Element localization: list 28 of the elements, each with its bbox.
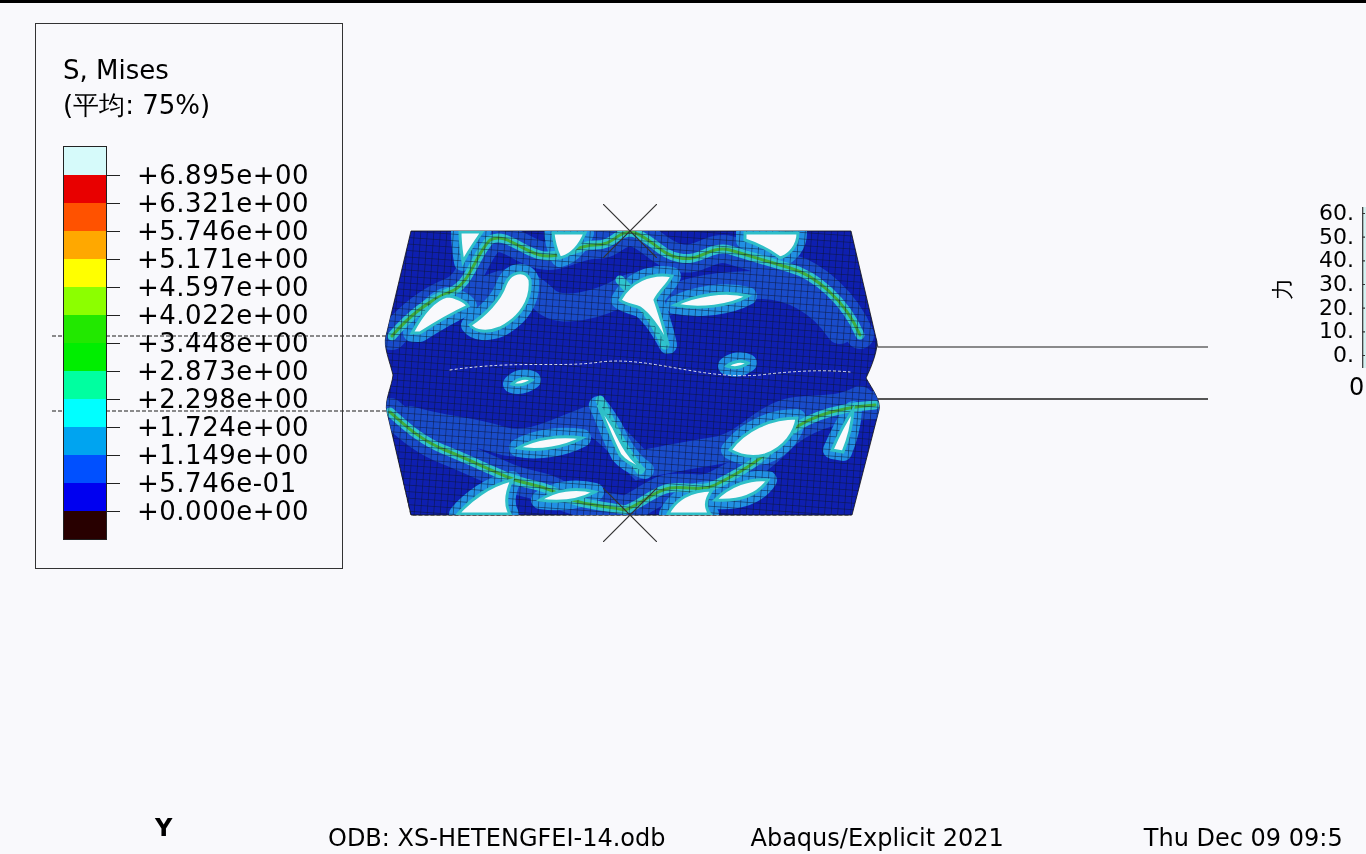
legend-value-label: +5.746e+00	[137, 217, 310, 245]
y-tick-label: 10.	[1319, 319, 1354, 344]
legend-value-label: +6.321e+00	[137, 189, 310, 217]
x-tick-label: 0	[1349, 374, 1365, 400]
legend-value-label: +1.724e+00	[137, 413, 310, 441]
y-tick-label: 30.	[1319, 272, 1354, 296]
legend-value-label: +5.746e-01	[137, 469, 297, 497]
y-axis-label: 力	[1271, 278, 1295, 300]
viewport-title-text: ODB: XS-HETENGFEI-14.odb	[328, 824, 666, 852]
y-tick-label: 50.	[1319, 224, 1354, 249]
triad-axis-label: Y	[155, 814, 173, 842]
viewport-title-text: Thu Dec 09 09:5	[1143, 824, 1343, 852]
legend-value-label: +4.022e+00	[137, 301, 310, 329]
legend-title: S, Mises	[63, 54, 169, 86]
y-tick-label: 40.	[1319, 248, 1354, 273]
y-tick-label: 0.	[1333, 343, 1354, 367]
legend-value-label: +4.597e+00	[137, 273, 310, 301]
legend-value-label: +6.895e+00	[137, 161, 310, 189]
y-tick-label: 60.	[1319, 201, 1354, 225]
legend-value-label: +2.873e+00	[137, 357, 310, 385]
legend-value-label: +0.000e+00	[137, 497, 310, 525]
legend-value-label: +2.298e+00	[137, 385, 310, 413]
legend-value-label: +1.149e+00	[137, 441, 310, 469]
viewport-title-text: Abaqus/Explicit 2021	[750, 824, 1004, 852]
legend-value-label: +3.448e+00	[137, 329, 310, 357]
legend-subtitle: (平均: 75%)	[63, 89, 211, 121]
y-tick-label: 20.	[1319, 295, 1354, 320]
legend-value-label: +5.171e+00	[137, 245, 310, 273]
